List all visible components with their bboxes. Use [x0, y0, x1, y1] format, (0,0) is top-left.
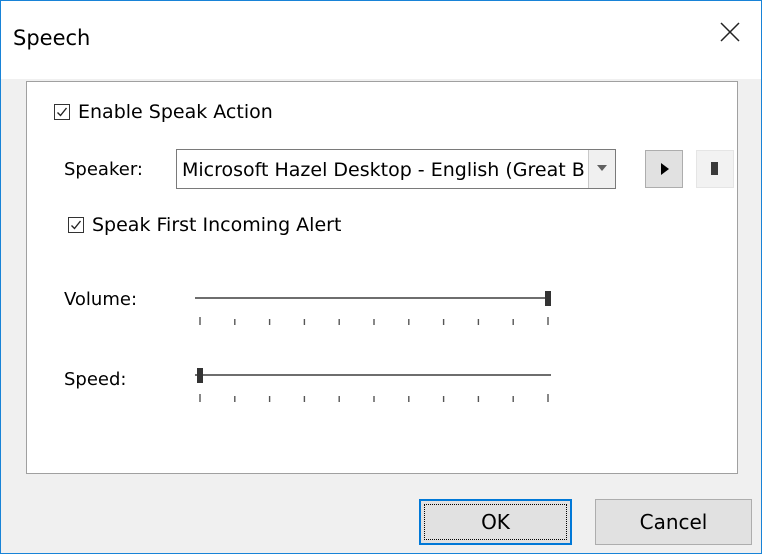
checkbox-box[interactable] — [54, 104, 70, 120]
slider-thumb[interactable] — [545, 291, 551, 306]
enable-speak-action-checkbox[interactable]: Enable Speak Action — [54, 101, 273, 123]
close-button[interactable] — [701, 11, 761, 55]
speed-slider-graphic — [195, 368, 551, 402]
speak-first-alert-checkbox[interactable]: Speak First Incoming Alert — [68, 214, 341, 236]
play-icon — [661, 163, 669, 175]
checkmark-icon — [57, 107, 68, 117]
focus-indicator — [424, 504, 567, 540]
volume-slider[interactable] — [191, 286, 561, 336]
window-title: Speech — [13, 26, 91, 50]
stop-icon — [711, 162, 718, 175]
cancel-button[interactable]: Cancel — [595, 499, 752, 545]
speech-dialog: Speech Enable Speak Action Speaker: Micr… — [0, 0, 762, 554]
checkbox-box[interactable] — [68, 217, 84, 233]
checkmark-icon — [71, 220, 82, 230]
chevron-down-icon — [597, 165, 607, 171]
speaker-selected-value: Microsoft Hazel Desktop - English (Great… — [182, 159, 585, 181]
cancel-button-label: Cancel — [639, 510, 708, 534]
title-bar: Speech — [1, 1, 761, 79]
close-icon — [720, 22, 740, 42]
settings-panel — [26, 81, 738, 474]
slider-thumb[interactable] — [197, 368, 203, 383]
volume-slider-graphic — [195, 291, 551, 325]
enable-speak-action-label: Enable Speak Action — [78, 101, 273, 123]
play-button[interactable] — [645, 150, 683, 188]
speaker-dropdown[interactable]: Microsoft Hazel Desktop - English (Great… — [176, 149, 616, 189]
speaker-label: Speaker: — [64, 159, 143, 180]
volume-label: Volume: — [64, 289, 138, 310]
speed-slider[interactable] — [191, 363, 561, 413]
speak-first-alert-label: Speak First Incoming Alert — [92, 214, 342, 236]
speed-label: Speed: — [64, 369, 127, 390]
ok-button[interactable]: OK — [419, 499, 572, 545]
stop-button[interactable] — [696, 150, 734, 188]
speaker-dropdown-button[interactable] — [588, 150, 615, 188]
